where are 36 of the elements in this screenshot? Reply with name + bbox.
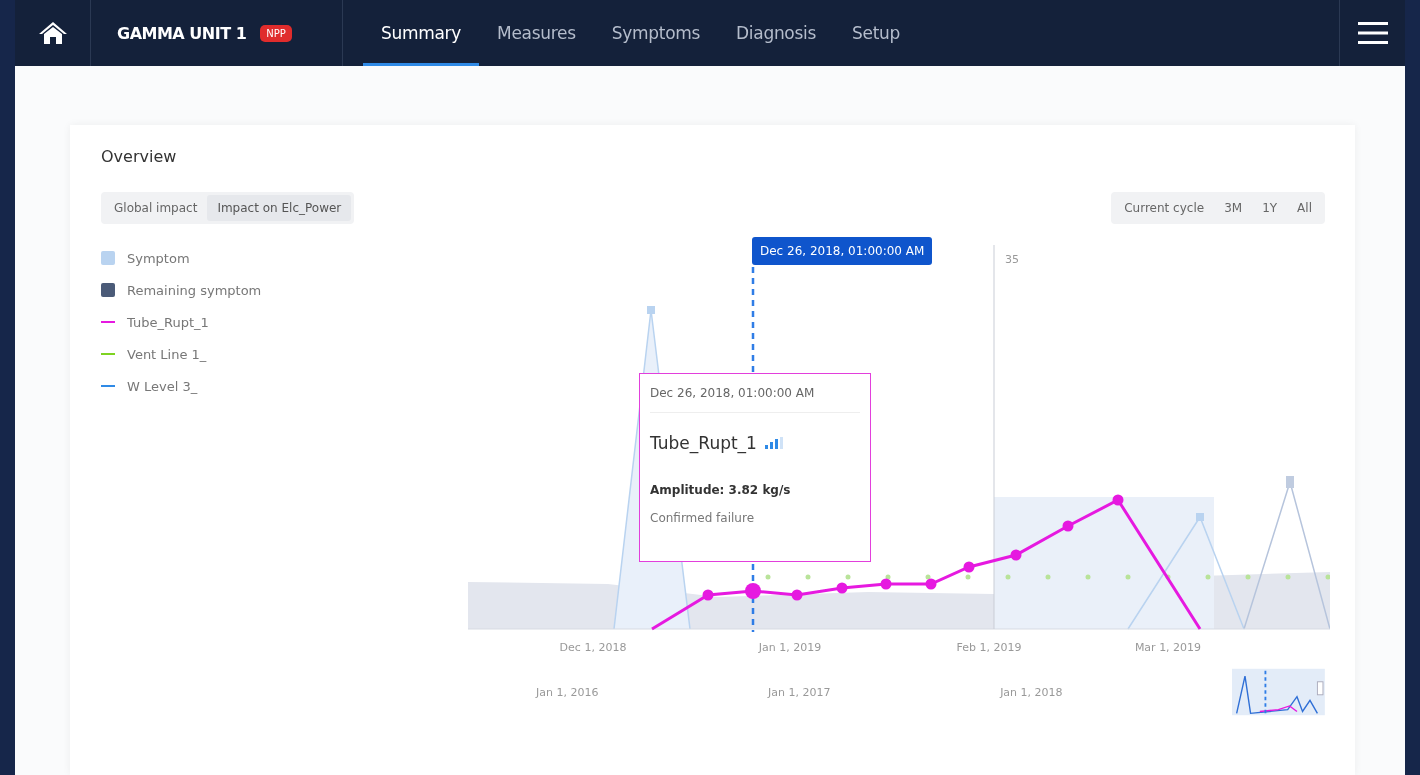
tooltip-amplitude: Amplitude: 3.82 kg/s (650, 483, 792, 497)
timeline-label: Jan 1, 2016 (536, 685, 600, 699)
tooltip-series: Tube_Rupt_1 (650, 433, 757, 453)
nav-tab[interactable]: Setup (834, 3, 918, 66)
unit-badge: NPP (260, 24, 292, 42)
range-option[interactable]: All (1287, 195, 1322, 221)
tooltip-time: Dec 26, 2018, 01:00:00 AM (650, 386, 860, 413)
home-icon[interactable] (37, 20, 68, 46)
signal-bars-icon (764, 437, 783, 449)
nav-tab[interactable]: Diagnosis (718, 3, 834, 66)
axis-label: 35 (1005, 253, 1019, 266)
range-option[interactable]: 3M (1214, 195, 1253, 221)
range-option[interactable]: 1Y (1252, 195, 1288, 221)
timeline-label: Jan 1, 2017 (768, 685, 832, 699)
unit-name: GAMMA UNIT 1 (117, 23, 247, 43)
menu-icon[interactable] (1357, 21, 1388, 45)
nav-tab[interactable]: Symptoms (593, 3, 719, 66)
axis-label: Mar 1, 2019 (1134, 641, 1202, 654)
legend-label: Vent Line 1_ (127, 346, 207, 362)
timeline-label: Jan 1, 2018 (1000, 685, 1064, 699)
legend-label: Remaining symptom (127, 282, 262, 298)
legend-label: W Level 3_ (127, 378, 198, 394)
marker-time-tag: Dec 26, 2018, 01:00:00 AM (752, 237, 933, 265)
axis-label: Jan 1, 2019 (758, 641, 822, 654)
card-title: Overview (101, 147, 178, 166)
impact-option[interactable]: Global impact (104, 195, 208, 221)
legend-label: Symptom (127, 250, 190, 266)
tooltip-status: Confirmed failure (650, 511, 755, 525)
legend-label: Tube_Rupt_1 (127, 314, 209, 330)
timeline-preview[interactable] (1232, 667, 1325, 717)
axis-label: Feb 1, 2019 (956, 641, 1022, 654)
impact-option[interactable]: Impact on Elc_Power (207, 195, 352, 221)
nav-tab[interactable]: Summary (363, 3, 480, 66)
axis-label: Dec 1, 2018 (559, 641, 627, 654)
nav-tab[interactable]: Measures (479, 3, 594, 66)
range-option[interactable]: Current cycle (1114, 195, 1215, 221)
